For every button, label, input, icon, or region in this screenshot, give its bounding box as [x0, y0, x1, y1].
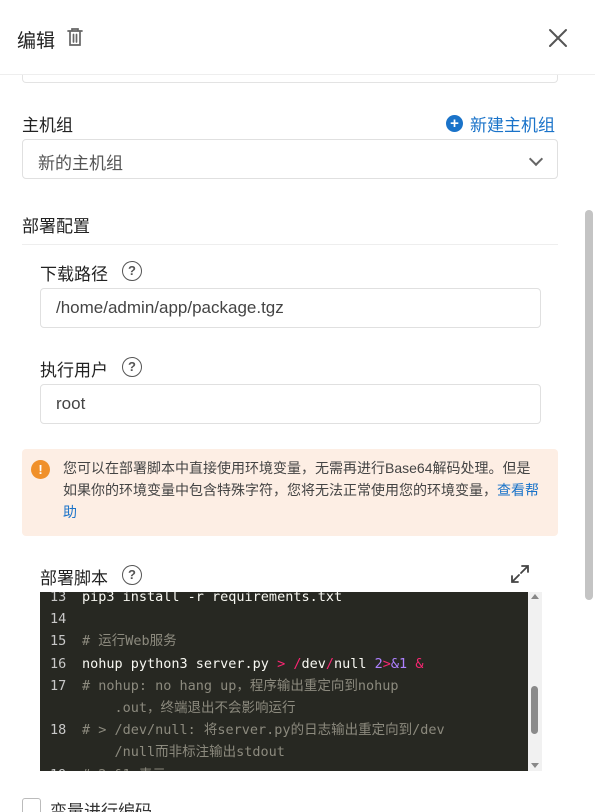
- code-text: # nohup: no hang up，程序输出重定向到nohup: [82, 677, 399, 694]
- help-icon[interactable]: ?: [122, 357, 142, 377]
- warning-text: 您可以在部署脚本中直接使用环境变量，无需再进行Base64解码处理。但是如果你的…: [63, 460, 531, 498]
- section-divider: [22, 244, 558, 245]
- scroll-down-arrow-icon[interactable]: [531, 763, 539, 768]
- code-text: # > /dev/null: 将server.py的日志输出重定向到/dev: [82, 722, 445, 739]
- help-icon[interactable]: ?: [122, 261, 142, 281]
- editor-scrollbar-thumb[interactable]: [531, 686, 538, 734]
- line-number: 13: [50, 592, 67, 605]
- line-number: 18: [50, 722, 67, 739]
- code-text: pip3 install -r requirements.txt: [82, 592, 343, 605]
- line-number: 16: [50, 655, 67, 672]
- exec-user-value: root: [56, 394, 86, 413]
- host-group-selected-value: 新的主机组: [38, 154, 123, 173]
- warning-icon: !: [31, 460, 50, 479]
- plus-circle-icon: +: [446, 115, 463, 132]
- line-number: 14: [50, 611, 67, 628]
- env-warning-alert: ! 您可以在部署脚本中直接使用环境变量，无需再进行Base64解码处理。但是如果…: [22, 449, 558, 536]
- drawer-header: 编辑: [0, 0, 595, 75]
- editor-scrollbar[interactable]: [528, 592, 542, 771]
- code-text: /null而非标注输出stdout: [82, 744, 285, 761]
- deploy-script-label: 部署脚本: [40, 569, 108, 588]
- new-host-group-label: 新建主机组: [470, 116, 555, 135]
- host-group-select[interactable]: 新的主机组: [22, 139, 558, 179]
- help-icon[interactable]: ?: [122, 565, 142, 585]
- close-icon[interactable]: [543, 23, 573, 53]
- drawer-title: 编辑: [17, 31, 56, 52]
- deploy-config-title: 部署配置: [22, 217, 90, 236]
- new-host-group-button[interactable]: + 新建主机组: [446, 111, 555, 136]
- encode-variables-checkbox[interactable]: [22, 798, 41, 812]
- code-text: # 2>&1 表示...: [82, 764, 190, 771]
- exec-user-input[interactable]: root: [40, 384, 541, 424]
- line-number: 19: [50, 764, 74, 771]
- scroll-up-arrow-icon[interactable]: [531, 594, 539, 599]
- warning-message: 您可以在部署脚本中直接使用环境变量，无需再进行Base64解码处理。但是如果你的…: [63, 457, 543, 523]
- trash-icon[interactable]: [64, 26, 86, 48]
- line-number: 15: [50, 633, 67, 650]
- line-number: 17: [50, 677, 67, 694]
- code-text: # 运行Web服务: [82, 633, 177, 650]
- exec-user-label: 执行用户: [40, 361, 108, 380]
- code-text: nohup python3 server.py > /dev/null 2>&1…: [82, 655, 424, 672]
- page-scrollbar-thumb[interactable]: [585, 210, 593, 600]
- script-code-editor[interactable]: 13 pip3 install -r requirements.txt 14 15 # …: [40, 592, 528, 771]
- chevron-down-icon: [528, 151, 544, 167]
- encode-variables-label: 变量进行编码: [50, 802, 152, 812]
- host-group-label: 主机组: [22, 116, 73, 135]
- code-text: .out，终端退出不会影响运行: [82, 700, 296, 716]
- download-path-value: /home/admin/app/package.tgz: [56, 298, 284, 317]
- expand-icon[interactable]: [510, 564, 530, 584]
- download-path-label: 下载路径: [40, 265, 108, 284]
- download-path-input[interactable]: /home/admin/app/package.tgz: [40, 288, 541, 328]
